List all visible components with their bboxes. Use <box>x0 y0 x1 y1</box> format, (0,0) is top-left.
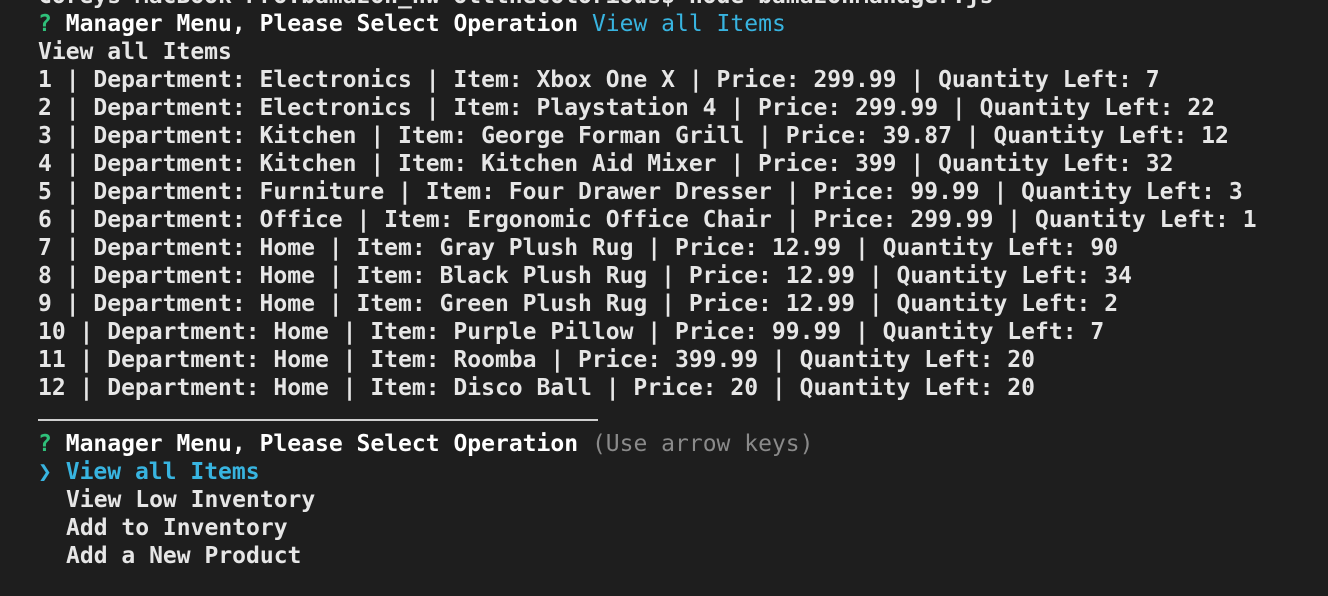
list-item: 12 | Department: Home | Item: Disco Ball… <box>38 375 1035 401</box>
list-item: 8 | Department: Home | Item: Black Plush… <box>38 263 1132 289</box>
menu-option-label: Add a New Product <box>66 543 302 569</box>
operation-menu: ❯ View all Items View Low Inventory Add … <box>38 458 1257 570</box>
list-item: 6 | Department: Office | Item: Ergonomic… <box>38 207 1257 233</box>
list-item: 9 | Department: Home | Item: Green Plush… <box>38 291 1119 317</box>
question-mark-icon: ? <box>38 11 52 37</box>
pointer-icon: ❯ <box>38 459 52 485</box>
second-prompt: ? Manager Menu, Please Select Operation … <box>38 430 1257 458</box>
items-list: 1 | Department: Electronics | Item: Xbox… <box>38 66 1257 402</box>
menu-option-label: View all Items <box>65 459 260 485</box>
first-prompt: ? Manager Menu, Please Select Operation … <box>38 10 1257 38</box>
menu-option-view-low-inventory[interactable]: View Low Inventory <box>38 486 1257 514</box>
prompt-question: Manager Menu, Please Select Operation <box>65 431 579 457</box>
list-item: 5 | Department: Furniture | Item: Four D… <box>38 179 1243 205</box>
list-item: 7 | Department: Home | Item: Gray Plush … <box>38 235 1119 261</box>
menu-option-label: Add to Inventory <box>66 515 288 541</box>
answer-echo: View all Items <box>38 39 232 65</box>
list-item: 1 | Department: Electronics | Item: Xbox… <box>38 67 1160 93</box>
terminal-window: Coreys-MacBook-Pro:bamazon_hw ottthecolo… <box>0 0 1328 596</box>
menu-option-add-new-product[interactable]: Add a New Product <box>38 542 1257 570</box>
separator-line <box>38 402 1257 430</box>
list-item: 10 | Department: Home | Item: Purple Pil… <box>38 319 1105 345</box>
list-item: 3 | Department: Kitchen | Item: George F… <box>38 123 1229 149</box>
menu-option-view-all-items[interactable]: ❯ View all Items <box>38 458 1257 486</box>
menu-option-label: View Low Inventory <box>66 487 316 513</box>
menu-option-add-to-inventory[interactable]: Add to Inventory <box>38 514 1257 542</box>
prompt-answer: View all Items <box>591 11 786 37</box>
list-item: 4 | Department: Kitchen | Item: Kitchen … <box>38 151 1174 177</box>
shell-command-line: Coreys-MacBook-Pro:bamazon_hw ottthecolo… <box>38 0 1257 10</box>
question-mark-icon: ? <box>38 431 52 457</box>
prompt-hint: (Use arrow keys) <box>591 431 814 457</box>
prompt-question: Manager Menu, Please Select Operation <box>65 11 579 37</box>
list-item: 11 | Department: Home | Item: Roomba | P… <box>38 347 1035 373</box>
divider <box>38 419 598 421</box>
terminal-output: Coreys-MacBook-Pro:bamazon_hw ottthecolo… <box>38 0 1257 570</box>
list-item: 2 | Department: Electronics | Item: Play… <box>38 95 1216 121</box>
